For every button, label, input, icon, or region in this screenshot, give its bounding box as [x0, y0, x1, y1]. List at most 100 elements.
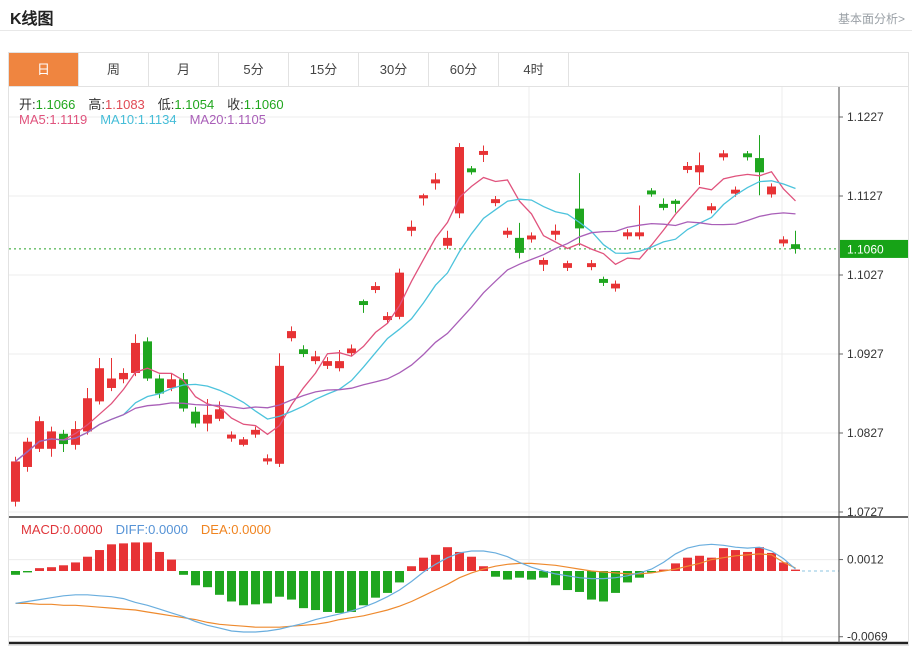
candle-body — [443, 238, 452, 246]
macd-bar — [71, 562, 80, 571]
macd-bar — [131, 542, 140, 571]
legend-label: 开: — [19, 97, 36, 112]
candle-body — [599, 279, 608, 283]
macd-bar — [47, 567, 56, 571]
period-tab-3[interactable]: 5分 — [219, 53, 289, 86]
svg-text:1.0927: 1.0927 — [847, 347, 884, 361]
macd-bar — [455, 552, 464, 571]
svg-text:1.1127: 1.1127 — [847, 189, 883, 203]
macd-bar — [407, 566, 416, 571]
macd-bar — [239, 571, 248, 605]
candle-body — [11, 461, 20, 501]
page-header: K线图 基本面分析> — [0, 0, 912, 31]
candle-body — [503, 231, 512, 235]
legend-label: MA20: — [190, 112, 228, 127]
macd-bar — [23, 571, 32, 572]
macd-bar — [203, 571, 212, 587]
legend-label: 低: — [158, 97, 175, 112]
macd-bar — [791, 570, 800, 571]
legend-label: MACD: — [21, 522, 63, 537]
candle-body — [287, 331, 296, 338]
svg-text:1.1027: 1.1027 — [847, 268, 884, 282]
candle-body — [623, 232, 632, 236]
macd-bar — [215, 571, 224, 595]
candle-body — [311, 356, 320, 361]
period-tabs: 日周月5分15分30分60分4时 — [9, 53, 908, 87]
macd-bar — [167, 560, 176, 571]
macd-bar — [83, 557, 92, 571]
period-tab-5[interactable]: 30分 — [359, 53, 429, 86]
macd-bar — [311, 571, 320, 610]
candle-body — [671, 201, 680, 204]
period-tab-6[interactable]: 60分 — [429, 53, 499, 86]
fundamental-analysis-link[interactable]: 基本面分析> — [838, 10, 905, 27]
legend-pair: MA20:1.1105 — [190, 112, 266, 127]
macd-bar — [527, 571, 536, 580]
candle-body — [611, 284, 620, 289]
macd-bar — [299, 571, 308, 608]
macd-bar — [155, 552, 164, 571]
current-price-badge: 1.1060 — [840, 240, 908, 258]
legend-value: 1.1054 — [174, 97, 214, 112]
period-tab-2[interactable]: 月 — [149, 53, 219, 86]
candle-body — [251, 430, 260, 435]
legend-label: DIFF: — [116, 522, 149, 537]
candle-body — [539, 260, 548, 265]
macd-histogram — [11, 542, 800, 612]
kline-widget: 日周月5分15分30分60分4时 1.1227 1.1127 1.1027 1.092… — [8, 52, 909, 646]
macd-bar — [335, 571, 344, 613]
svg-text:1.0827: 1.0827 — [847, 426, 884, 440]
legend-label: MA10: — [100, 112, 138, 127]
macd-bar — [191, 571, 200, 585]
candle-body — [191, 412, 200, 424]
candle-body — [719, 153, 728, 157]
macd-bar — [575, 571, 584, 592]
candle-body — [467, 168, 476, 172]
candle-body — [551, 231, 560, 235]
svg-text:1.1227: 1.1227 — [847, 110, 884, 124]
legend-value: 0.0000 — [63, 522, 103, 537]
macd-bar — [383, 571, 392, 593]
macd-bar — [143, 542, 152, 571]
candle-body — [527, 236, 536, 240]
candle-body — [767, 187, 776, 195]
ma20-line — [16, 213, 796, 462]
legend-value: 1.1060 — [244, 97, 284, 112]
candle-body — [347, 348, 356, 353]
kline-page: { "header": { "title": "K线图", "link_labe… — [0, 0, 912, 648]
macd-bar — [35, 568, 44, 571]
macd-bar — [359, 571, 368, 605]
legend-pair: 高:1.1083 — [88, 97, 144, 112]
candle-body — [359, 301, 368, 305]
candle-body — [683, 166, 692, 170]
candle-body — [371, 286, 380, 290]
macd-bar — [587, 571, 596, 600]
period-tab-1[interactable]: 周 — [79, 53, 149, 86]
ma-legend: MA5:1.1119MA10:1.1134MA20:1.1105 — [19, 112, 279, 127]
legend-pair: MA10:1.1134 — [100, 112, 176, 127]
legend-value: 0.0000 — [148, 522, 188, 537]
period-tab-4[interactable]: 15分 — [289, 53, 359, 86]
candle-body — [155, 378, 164, 393]
macd-bar — [419, 558, 428, 571]
candle-body — [407, 227, 416, 231]
legend-value: 1.1105 — [227, 112, 266, 127]
macd-bar — [323, 571, 332, 612]
ohlc-legend: 开:1.1066高:1.1083低:1.1054收:1.1060 — [19, 94, 297, 113]
candlestick-chart[interactable]: 1.12271.11271.10271.09271.08271.07270.00… — [9, 87, 908, 646]
candle-body — [167, 379, 176, 388]
candle-body — [263, 458, 272, 461]
period-tab-7[interactable]: 4时 — [499, 53, 569, 86]
chart-area: 1.12271.11271.10271.09271.08271.07270.00… — [9, 87, 908, 646]
candle-body — [479, 151, 488, 155]
macd-bar — [287, 571, 296, 600]
candle-body — [239, 439, 248, 445]
macd-bar — [563, 571, 572, 590]
macd-bar — [395, 571, 404, 582]
period-tab-0[interactable]: 日 — [9, 53, 79, 86]
legend-pair: DIFF:0.0000 — [116, 522, 188, 537]
legend-pair: DEA:0.0000 — [201, 522, 271, 537]
macd-bar — [767, 553, 776, 571]
candle-body — [227, 435, 236, 439]
svg-text:-0.0069: -0.0069 — [847, 630, 888, 644]
